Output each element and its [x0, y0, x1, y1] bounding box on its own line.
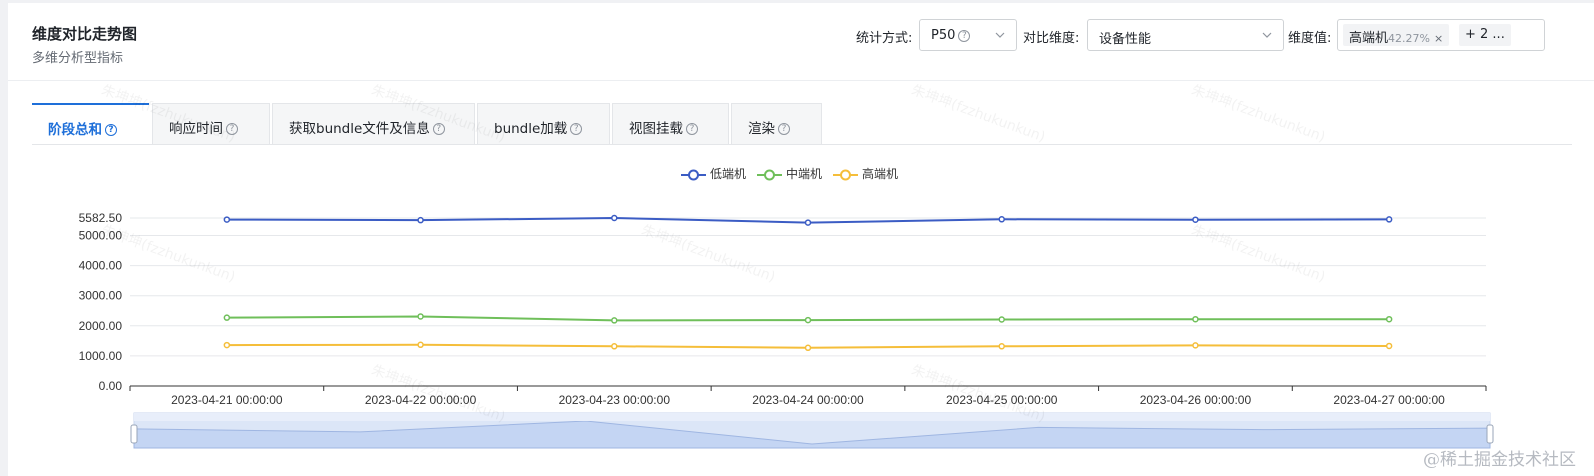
compare-dim-select[interactable]: 设备性能 [1087, 19, 1284, 51]
dim-value-tag: 高端机42.27% × [1343, 24, 1450, 46]
chevron-down-icon [995, 32, 1005, 38]
data-point [611, 317, 618, 324]
stat-method-select[interactable]: P50? [919, 19, 1017, 51]
tab-view-mount[interactable]: 视图挂载? [612, 103, 729, 145]
question-circle-icon: ? [432, 123, 445, 135]
y-tick-label: 4000.00 [79, 259, 123, 273]
x-tick-label: 2023-04-26 00:00:00 [1140, 393, 1252, 407]
question-circle-icon: ? [105, 124, 117, 136]
compare-dim-value: 设备性能 [1099, 32, 1152, 47]
page-subtitle: 多维分析型指标 [32, 51, 124, 66]
data-point [611, 214, 618, 222]
data-point [611, 343, 618, 350]
watermark: 朱坤坤(fzzhukunkun) [1189, 82, 1328, 146]
y-tick-label: 1000.00 [79, 349, 123, 363]
data-point [998, 316, 1005, 323]
datazoom-selection-bar [134, 413, 1490, 421]
datazoom-handle-left[interactable] [130, 424, 138, 444]
tab-fetch-bundle[interactable]: 获取bundle文件及信息? [272, 103, 475, 145]
question-circle-icon: ? [778, 123, 790, 135]
dim-tag-name: 高端机 [1349, 31, 1389, 46]
stat-method-value: P50? [931, 28, 971, 43]
site-watermark: @稀土掘金技术社区 [1423, 450, 1576, 470]
x-tick-label: 2023-04-22 00:00:00 [365, 393, 477, 407]
line-chart: 0.00 1000.00 2000.00 3000.00 4000.00 5000.00 5… [79, 211, 1494, 449]
data-point [1385, 315, 1393, 323]
page-title: 维度对比走势图 [32, 25, 138, 43]
y-tick-label: 2000.00 [79, 319, 123, 333]
trend-card: 维度对比走势图 多维分析型指标 统计方式: P50? 对比维度: 设备性能 维度… [8, 3, 1594, 476]
data-point [417, 341, 424, 349]
tab-render[interactable]: 渲染? [731, 103, 822, 145]
card-header: 维度对比走势图 多维分析型指标 统计方式: P50? 对比维度: 设备性能 维度… [8, 3, 1594, 81]
question-circle-icon: ? [686, 123, 698, 135]
data-point [998, 343, 1005, 350]
datazoom-handle-right[interactable] [1486, 424, 1494, 444]
dim-tag-pct: 42.27% [1388, 32, 1430, 45]
x-tick-label: 2023-04-21 00:00:00 [171, 393, 283, 407]
data-point [1385, 342, 1393, 350]
close-icon[interactable]: × [1434, 32, 1443, 45]
tab-bundle-load[interactable]: bundle加载? [477, 103, 610, 145]
legend-item-high[interactable]: 高端机 [833, 165, 898, 182]
data-point [1385, 216, 1393, 223]
data-point [417, 313, 424, 320]
data-point [1192, 342, 1199, 349]
x-tick-label: 2023-04-24 00:00:00 [752, 393, 864, 407]
data-point [223, 216, 231, 223]
dim-value-select[interactable]: 高端机42.27% × + 2 ... [1337, 19, 1545, 51]
question-circle-icon: ? [570, 123, 583, 135]
data-point [804, 219, 812, 226]
legend-item-low[interactable]: 低端机 [681, 165, 746, 182]
tab-stage-total[interactable]: 阶段总和? [32, 103, 149, 145]
x-tick-label: 2023-04-25 00:00:00 [946, 393, 1058, 407]
dim-more-tag[interactable]: + 2 ... [1459, 24, 1511, 46]
y-tick-label: 5582.50 [79, 211, 123, 225]
compare-dim-label: 对比维度: [1023, 31, 1080, 46]
stat-method-label: 统计方式: [856, 31, 913, 46]
data-point [998, 216, 1005, 223]
legend-item-mid[interactable]: 中端机 [757, 165, 822, 182]
y-tick-label: 0.00 [99, 379, 123, 393]
data-point [417, 216, 424, 224]
x-tick-label: 2023-04-27 00:00:00 [1333, 393, 1445, 407]
dim-value-label: 维度值: [1288, 31, 1332, 46]
data-point [1192, 216, 1199, 223]
question-circle-icon: ? [958, 29, 971, 42]
data-point [804, 316, 812, 324]
tab-response-time[interactable]: 响应时间? [152, 103, 270, 145]
question-circle-icon: ? [226, 123, 238, 135]
y-tick-label: 3000.00 [79, 289, 123, 303]
y-tick-label: 5000.00 [79, 229, 123, 243]
watermark: 朱坤坤(fzzhukunkun) [909, 82, 1048, 146]
data-point [223, 314, 231, 321]
data-point [223, 341, 231, 349]
data-point [1192, 315, 1199, 323]
data-point [804, 344, 812, 352]
chevron-down-icon [1262, 32, 1272, 38]
tab-divider [32, 144, 1572, 145]
x-tick-label: 2023-04-23 00:00:00 [559, 393, 671, 407]
